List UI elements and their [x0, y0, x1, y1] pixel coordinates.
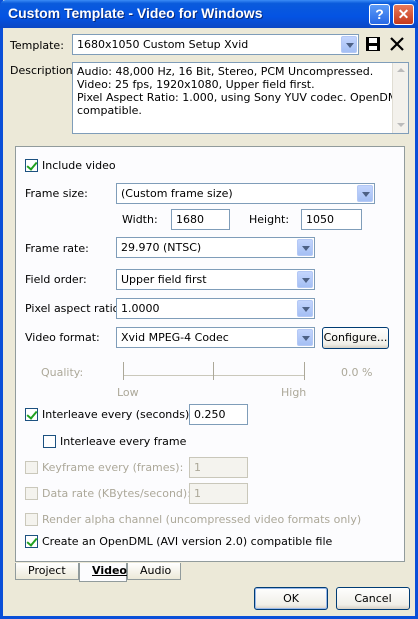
quality-label: Quality:	[41, 366, 84, 379]
height-label: Height:	[249, 213, 290, 226]
dialog-window: Custom Template - Video for Windows ? ✕ …	[0, 0, 418, 619]
interleave-seconds-label: Interleave every (seconds):	[42, 408, 193, 421]
quality-high-label: High	[281, 386, 307, 399]
template-label: Template:	[10, 39, 64, 52]
frame-rate-dropdown[interactable]: 29.970 (NTSC)	[116, 237, 315, 258]
chevron-down-icon	[297, 239, 313, 256]
quality-low-label: Low	[117, 386, 139, 399]
width-label: Width:	[122, 213, 158, 226]
interleave-frame-label: Interleave every frame	[60, 435, 187, 448]
render-alpha-checkbox[interactable]	[25, 513, 38, 526]
template-value: 1680x1050 Custom Setup Xvid	[77, 38, 249, 51]
field-order-value: Upper field first	[121, 273, 207, 286]
cancel-button[interactable]: Cancel	[336, 587, 410, 610]
frame-rate-value: 29.970 (NTSC)	[121, 241, 202, 254]
tab-project[interactable]: Project	[15, 563, 79, 580]
video-format-label: Video format:	[25, 331, 100, 344]
opendml-checkbox[interactable]	[25, 535, 38, 548]
scroll-up-icon[interactable]	[394, 64, 408, 78]
opendml-label: Create an OpenDML (AVI version 2.0) comp…	[42, 535, 333, 548]
frame-size-label: Frame size:	[25, 187, 88, 200]
slider-tick	[304, 362, 305, 380]
data-rate-label: Data rate (KBytes/second):	[42, 487, 191, 500]
keyframe-label: Keyframe every (frames):	[42, 461, 184, 474]
interleave-seconds-input[interactable]: 0.250	[189, 404, 248, 425]
description-scrollbar[interactable]	[392, 63, 408, 133]
save-icon[interactable]	[365, 36, 381, 52]
quality-slider[interactable]	[123, 375, 305, 376]
data-rate-input[interactable]: 1	[189, 483, 248, 504]
quality-percent: 0.0 %	[341, 366, 373, 379]
description-line: compatible.	[77, 104, 142, 117]
interleave-seconds-checkbox[interactable]	[25, 408, 38, 421]
tab-video[interactable]: Video	[79, 563, 127, 582]
interleave-frame-checkbox[interactable]	[43, 435, 56, 448]
tab-audio[interactable]: Audio	[127, 563, 181, 580]
include-video-label: Include video	[42, 159, 116, 172]
template-dropdown[interactable]: 1680x1050 Custom Setup Xvid	[72, 34, 359, 55]
help-button[interactable]: ?	[369, 4, 390, 25]
title-bar[interactable]: Custom Template - Video for Windows ? ✕	[0, 0, 418, 28]
render-alpha-label: Render alpha channel (uncompressed video…	[42, 513, 362, 526]
chevron-down-icon	[341, 36, 357, 53]
field-order-dropdown[interactable]: Upper field first	[116, 269, 315, 290]
keyframe-input[interactable]: 1	[189, 457, 248, 478]
frame-rate-label: Frame rate:	[25, 242, 89, 255]
chevron-down-icon	[297, 271, 313, 288]
data-rate-checkbox[interactable]	[25, 487, 38, 500]
pixel-aspect-ratio-dropdown[interactable]: 1.0000	[116, 298, 315, 319]
scroll-down-icon[interactable]	[394, 118, 408, 132]
keyframe-checkbox[interactable]	[25, 461, 38, 474]
frame-size-dropdown[interactable]: (Custom frame size)	[116, 183, 375, 204]
video-format-value: Xvid MPEG-4 Codec	[121, 331, 229, 344]
chevron-down-icon	[297, 329, 313, 346]
description-line: Video: 25 fps, 1920x1080, Upper field fi…	[77, 78, 315, 91]
width-input[interactable]: 1680	[171, 209, 230, 230]
pixel-aspect-ratio-value: 1.0000	[121, 302, 160, 315]
description-line: Audio: 48,000 Hz, 16 Bit, Stereo, PCM Un…	[77, 65, 374, 78]
field-order-label: Field order:	[25, 273, 87, 286]
slider-tick	[213, 362, 214, 380]
description-label: Description:	[10, 64, 77, 77]
video-format-dropdown[interactable]: Xvid MPEG-4 Codec	[116, 327, 315, 348]
close-button[interactable]: ✕	[393, 4, 414, 25]
chevron-down-icon	[357, 185, 373, 202]
delete-icon[interactable]	[389, 36, 405, 52]
slider-tick	[123, 362, 124, 380]
description-textarea[interactable]: Audio: 48,000 Hz, 16 Bit, Stereo, PCM Un…	[72, 62, 409, 134]
include-video-checkbox[interactable]	[25, 159, 38, 172]
chevron-down-icon	[297, 300, 313, 317]
ok-button[interactable]: OK	[254, 587, 328, 610]
description-line: Pixel Aspect Ratio: 1.000, using Sony YU…	[77, 91, 404, 104]
height-input[interactable]: 1050	[301, 209, 362, 230]
configure-button[interactable]: Configure...	[322, 327, 389, 349]
window-title: Custom Template - Video for Windows	[8, 5, 263, 21]
frame-size-value: (Custom frame size)	[121, 187, 233, 200]
pixel-aspect-ratio-label: Pixel aspect ratio:	[25, 302, 124, 315]
